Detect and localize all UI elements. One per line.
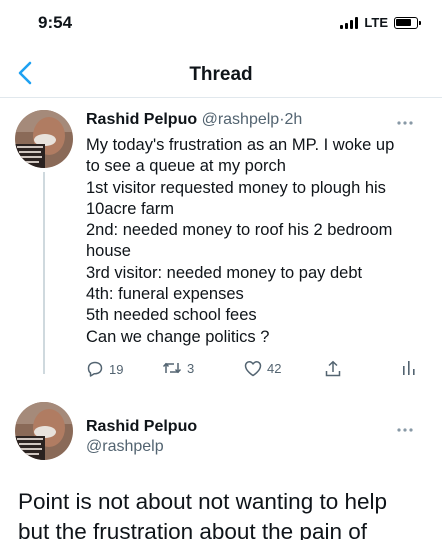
reply-count: 19: [109, 361, 124, 377]
tweet-line: 5th needed school fees: [86, 306, 257, 325]
tweet-line: 10acre farm: [86, 199, 175, 218]
like-icon: [244, 361, 262, 377]
tweet-line: My today's frustration as an MP. I woke …: [86, 136, 395, 154]
author-handle[interactable]: @rashpelp: [202, 111, 280, 128]
thread-connector-line: [43, 172, 45, 374]
tweet-line: Can we change politics ?: [86, 327, 270, 346]
tweet-line: house: [86, 242, 131, 261]
retweet-icon: [162, 362, 182, 374]
like-button[interactable]: 42: [244, 360, 281, 377]
tweet-actions: 19 3 42: [86, 360, 416, 382]
reply-button[interactable]: 19: [86, 360, 123, 378]
avatar[interactable]: [15, 402, 73, 460]
tweet-line: 3rd visitor: needed money to pay debt: [86, 263, 363, 282]
status-time: 9:54: [38, 13, 73, 32]
page-title: Thread: [189, 64, 253, 85]
author-handle[interactable]: @rashpelp: [86, 438, 164, 456]
more-icon: [397, 121, 413, 125]
avatar[interactable]: [15, 110, 73, 168]
tweet-header: Rashid Pelpuo @rashpelp·2h: [86, 111, 302, 129]
status-indicators: LTE: [340, 15, 421, 30]
author-name[interactable]: Rashid Pelpuo: [86, 111, 197, 128]
tweet-body: My today's frustration as an MP. I woke …: [86, 135, 426, 348]
tweet-line: 1st visitor requested money to plough hi…: [86, 178, 386, 197]
retweet-count: 3: [187, 360, 195, 376]
tweet-time[interactable]: 2h: [285, 111, 303, 128]
nav-bar: Thread: [0, 50, 442, 98]
tweet-body-focused: Point is not about not wanting to help b…: [18, 487, 438, 540]
tweet-line: Point is not about not wanting to help: [18, 489, 388, 514]
signal-icon: [340, 16, 359, 29]
retweet-button[interactable]: 3: [162, 360, 194, 376]
like-count: 42: [267, 361, 282, 376]
share-icon: [325, 360, 341, 377]
tweet-line: to see a queue at my porch: [86, 157, 286, 176]
analytics-icon: [403, 361, 415, 375]
tweet-line: but the frustration about the pain of: [18, 519, 367, 540]
more-icon: [397, 428, 413, 432]
reply-icon: [87, 361, 103, 377]
network-label: LTE: [364, 15, 388, 30]
status-bar: 9:54 LTE: [0, 0, 442, 44]
battery-icon: [394, 16, 421, 29]
author-name[interactable]: Rashid Pelpuo: [86, 418, 197, 436]
more-button[interactable]: [396, 420, 414, 436]
analytics-button[interactable]: [402, 360, 416, 376]
more-button[interactable]: [396, 113, 414, 129]
tweet-line: 2nd: needed money to roof his 2 bedroom: [86, 221, 393, 240]
tweet-line: 4th: funeral expenses: [86, 285, 244, 304]
share-button[interactable]: [324, 360, 342, 378]
